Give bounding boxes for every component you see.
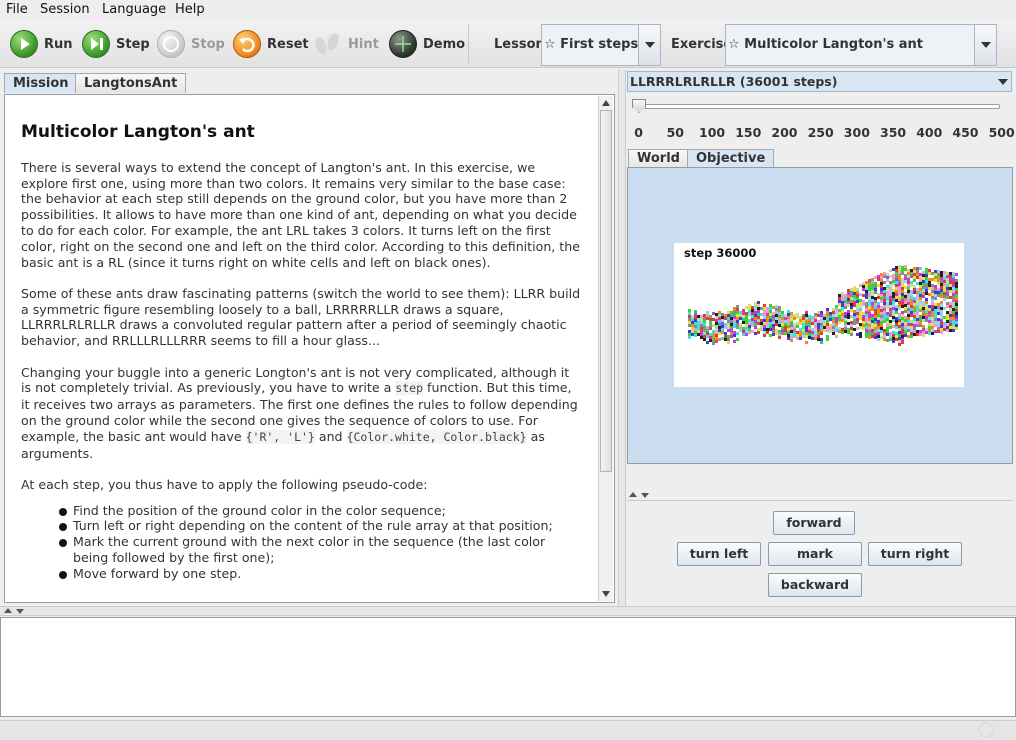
world-select-value: LLRRRLRLRLLR (36001 steps) — [630, 74, 838, 89]
toolbar-separator — [468, 24, 469, 64]
mission-paragraph-4: At each step, you thus have to apply the… — [21, 476, 428, 492]
step-button[interactable]: Step — [82, 28, 150, 60]
stop-icon — [157, 30, 185, 58]
menu-session[interactable]: Session — [40, 2, 90, 17]
mission-title: Multicolor Langton's ant — [21, 122, 255, 142]
mark-button[interactable]: mark — [768, 542, 862, 566]
mission-pane: Multicolor Langton's ant There is severa… — [4, 94, 615, 603]
expand-down-icon[interactable] — [16, 609, 24, 614]
turn-right-button[interactable]: turn right — [868, 542, 962, 566]
slider-tick-label: 250 — [807, 125, 834, 140]
menu-help[interactable]: Help — [175, 2, 205, 17]
step-counter: step 36000 — [684, 246, 757, 260]
slider-tick-label: 400 — [916, 125, 943, 140]
mission-content: Multicolor Langton's ant There is severa… — [21, 122, 581, 582]
stop-label: Stop — [191, 36, 225, 52]
list-item: Move forward by one step. — [59, 566, 581, 582]
speed-slider-knob[interactable] — [632, 99, 646, 113]
tab-langtonsant[interactable]: LangtonsAnt — [75, 73, 187, 93]
slider-tick-label: 0 — [634, 125, 643, 140]
lesson-value: ☆ First steps — [544, 37, 639, 52]
speed-slider-track[interactable] — [636, 104, 1000, 109]
demo-button[interactable]: Demo — [389, 28, 465, 60]
list-item: Mark the current ground with the next co… — [59, 534, 581, 566]
turn-left-button[interactable]: turn left — [677, 542, 761, 566]
slider-tick-label: 50 — [666, 125, 684, 140]
scroll-down-icon[interactable] — [602, 591, 610, 597]
demo-icon — [389, 30, 417, 58]
toolbar: Run Step Stop Reset Hint Demo Lesson: ☆ … — [0, 20, 1016, 68]
reset-label: Reset — [267, 36, 309, 52]
expand-up-icon[interactable] — [629, 492, 637, 497]
slider-tick-label: 300 — [843, 125, 870, 140]
tab-mission[interactable]: Mission — [4, 73, 78, 93]
code-snippet: {'R', 'L'} — [245, 429, 315, 444]
text-span: and — [314, 428, 347, 444]
stop-button[interactable]: Stop — [157, 28, 225, 60]
backward-button[interactable]: backward — [768, 573, 862, 597]
horizontal-splitter[interactable] — [0, 606, 1016, 616]
mission-paragraph-3: Changing your buggle into a generic Long… — [21, 365, 581, 462]
vertical-splitter[interactable] — [618, 70, 626, 606]
lesson-select[interactable]: ☆ First steps — [541, 24, 661, 66]
progress-spinner-icon — [978, 722, 994, 738]
menu-file[interactable]: File — [6, 2, 28, 17]
step-label: Step — [116, 36, 150, 52]
tab-objective[interactable]: Objective — [687, 149, 775, 169]
slider-tick-label: 450 — [952, 125, 979, 140]
exercise-select[interactable]: ☆ Multicolor Langton's ant — [725, 24, 997, 66]
slider-tick-label: 200 — [771, 125, 798, 140]
footprints-icon — [312, 30, 342, 58]
mission-paragraph-1: There is several ways to extend the conc… — [21, 159, 580, 270]
slider-tick-label: 350 — [880, 125, 907, 140]
mission-scrollbar[interactable] — [598, 96, 613, 601]
forward-button[interactable]: forward — [773, 511, 855, 535]
status-bar — [0, 720, 1016, 740]
code-snippet: {Color.white, Color.black} — [346, 429, 527, 444]
run-button[interactable]: Run — [10, 28, 73, 60]
list-item: Find the position of the ground color in… — [59, 503, 581, 519]
expand-down-icon[interactable] — [641, 493, 649, 498]
chevron-down-icon[interactable] — [993, 72, 1011, 91]
code-snippet: step — [395, 381, 424, 396]
step-icon — [82, 30, 110, 58]
scrollbar-thumb[interactable] — [600, 110, 612, 472]
play-icon — [10, 30, 38, 58]
slider-tick-label: 500 — [988, 125, 1015, 140]
exercise-value: ☆ Multicolor Langton's ant — [728, 37, 923, 52]
reset-button[interactable]: Reset — [233, 28, 309, 60]
list-item: Turn left or right depending on the cont… — [59, 518, 581, 534]
buggle-controls: forward turn left mark turn right backwa… — [627, 500, 1013, 604]
chevron-down-icon[interactable] — [974, 25, 996, 65]
scroll-up-icon[interactable] — [602, 100, 610, 106]
expand-up-icon[interactable] — [4, 608, 12, 613]
menu-language[interactable]: Language — [102, 2, 166, 17]
mission-paragraph-2: Some of these ants draw fascinating patt… — [21, 285, 581, 349]
hint-label: Hint — [348, 36, 379, 52]
world-select[interactable]: LLRRRLRLRLLR (36001 steps) — [627, 71, 1012, 92]
undo-icon — [233, 30, 261, 58]
hint-button[interactable]: Hint — [312, 28, 379, 60]
menubar: File Session Language Help — [0, 0, 1016, 20]
ant-pattern — [688, 265, 958, 346]
slider-tick-label: 150 — [735, 125, 762, 140]
demo-label: Demo — [423, 36, 466, 52]
world-canvas — [674, 243, 964, 387]
chevron-down-icon[interactable] — [638, 25, 660, 65]
output-console[interactable] — [0, 617, 1016, 717]
run-label: Run — [44, 36, 73, 52]
pseudo-code-list: Find the position of the ground color in… — [59, 503, 581, 582]
tab-world[interactable]: World — [628, 149, 689, 169]
slider-tick-label: 100 — [699, 125, 726, 140]
